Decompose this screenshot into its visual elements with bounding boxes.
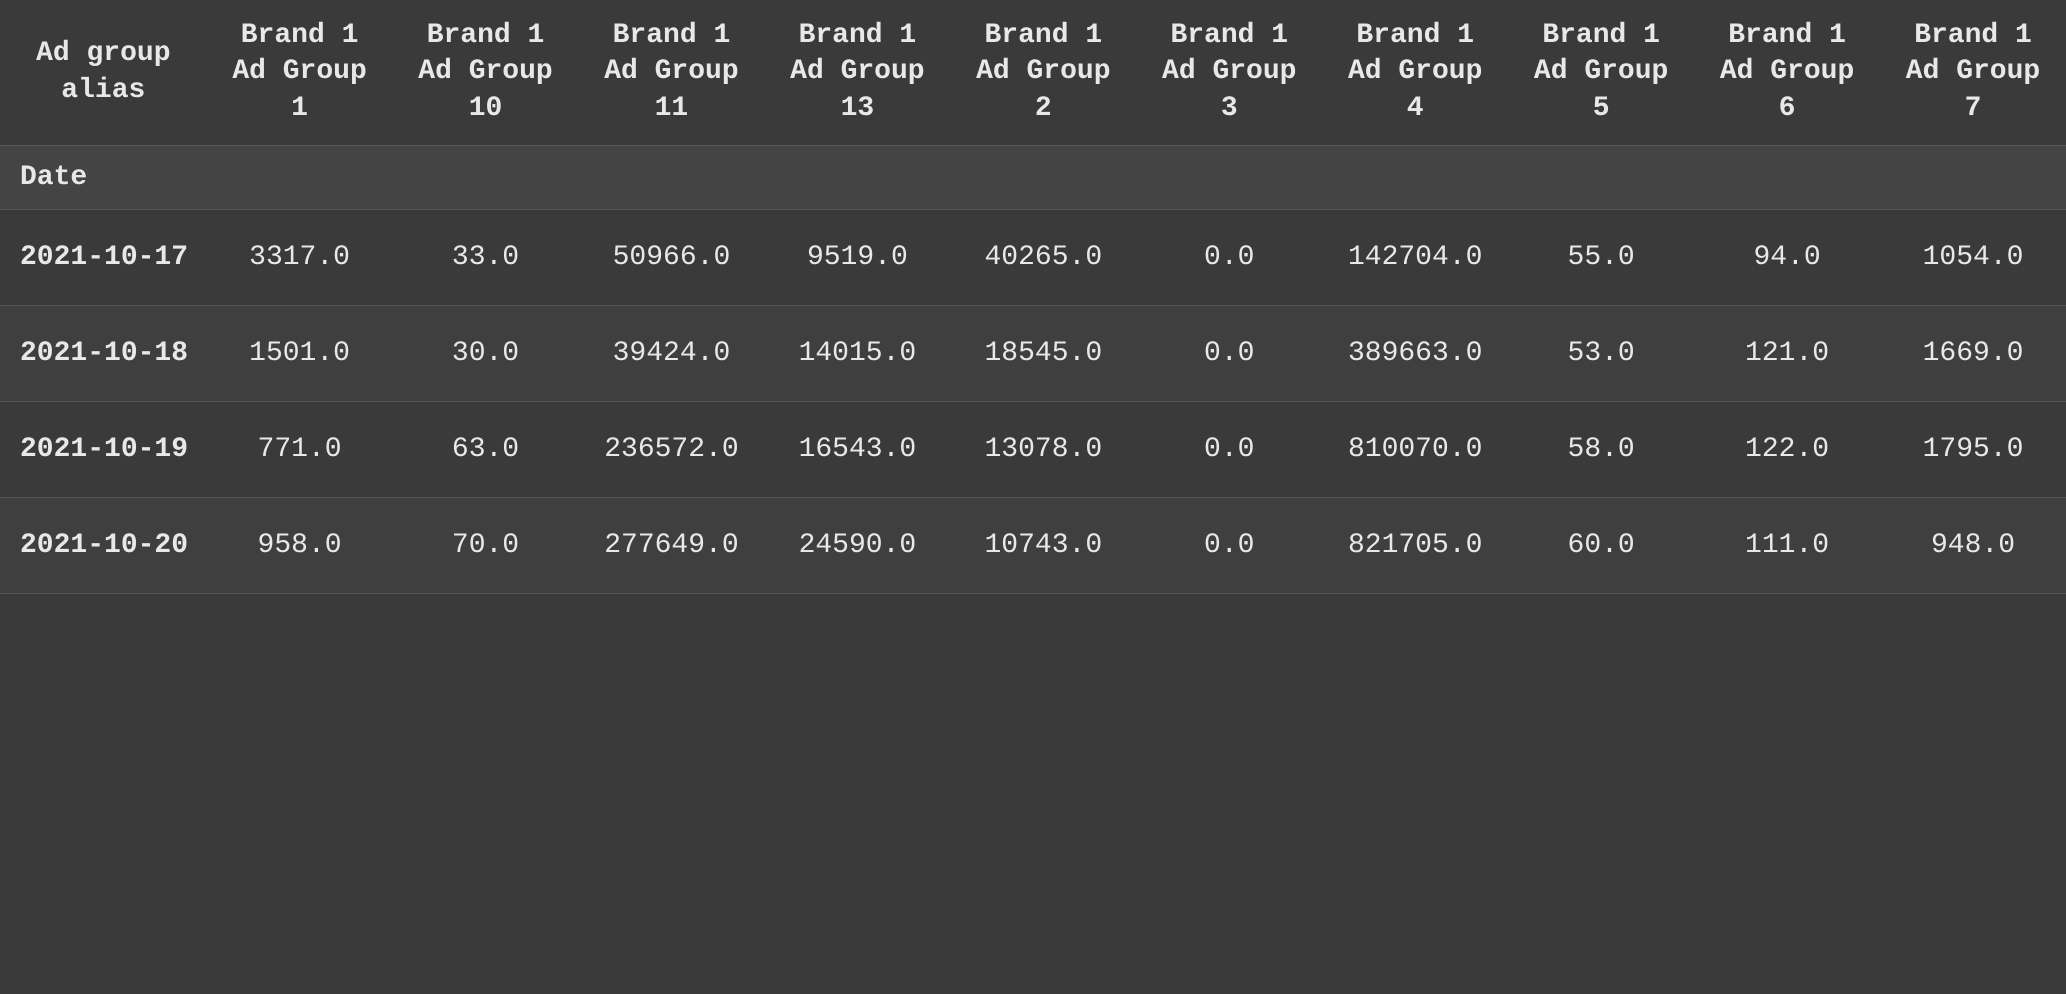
cell-value: 55.0 <box>1508 210 1694 306</box>
data-table: Ad group alias Brand 1 Ad Group 1 Brand … <box>0 0 2066 594</box>
cell-value: 810070.0 <box>1322 402 1508 498</box>
row-date: 2021-10-19 <box>0 402 207 498</box>
cell-value: 14015.0 <box>764 306 950 402</box>
header-row: Ad group alias Brand 1 Ad Group 1 Brand … <box>0 0 2066 146</box>
header-col8: Brand 1 Ad Group 5 <box>1508 0 1694 146</box>
cell-value: 1054.0 <box>1880 210 2066 306</box>
cell-value: 1669.0 <box>1880 306 2066 402</box>
cell-value: 3317.0 <box>207 210 393 306</box>
header-col3: Brand 1 Ad Group 11 <box>578 0 764 146</box>
cell-value: 277649.0 <box>578 498 764 594</box>
cell-value: 1501.0 <box>207 306 393 402</box>
table-row: 2021-10-18 1501.0 30.0 39424.0 14015.0 1… <box>0 306 2066 402</box>
row-date: 2021-10-18 <box>0 306 207 402</box>
cell-value: 30.0 <box>393 306 579 402</box>
header-col10: Brand 1 Ad Group 7 <box>1880 0 2066 146</box>
cell-value: 33.0 <box>393 210 579 306</box>
cell-value: 122.0 <box>1694 402 1880 498</box>
header-col9: Brand 1 Ad Group 6 <box>1694 0 1880 146</box>
cell-value: 948.0 <box>1880 498 2066 594</box>
cell-value: 24590.0 <box>764 498 950 594</box>
cell-value: 60.0 <box>1508 498 1694 594</box>
cell-value: 10743.0 <box>950 498 1136 594</box>
cell-value: 1795.0 <box>1880 402 2066 498</box>
header-col1: Brand 1 Ad Group 1 <box>207 0 393 146</box>
cell-value: 94.0 <box>1694 210 1880 306</box>
header-col7: Brand 1 Ad Group 4 <box>1322 0 1508 146</box>
header-col6: Brand 1 Ad Group 3 <box>1136 0 1322 146</box>
cell-value: 70.0 <box>393 498 579 594</box>
cell-value: 9519.0 <box>764 210 950 306</box>
table-row: 2021-10-19 771.0 63.0 236572.0 16543.0 1… <box>0 402 2066 498</box>
cell-value: 16543.0 <box>764 402 950 498</box>
cell-value: 50966.0 <box>578 210 764 306</box>
subheader-row: Date <box>0 146 2066 210</box>
cell-value: 13078.0 <box>950 402 1136 498</box>
header-alias: Ad group alias <box>0 0 207 146</box>
cell-value: 389663.0 <box>1322 306 1508 402</box>
cell-value: 771.0 <box>207 402 393 498</box>
table-container: Ad group alias Brand 1 Ad Group 1 Brand … <box>0 0 2066 594</box>
cell-value: 821705.0 <box>1322 498 1508 594</box>
row-date: 2021-10-17 <box>0 210 207 306</box>
cell-value: 142704.0 <box>1322 210 1508 306</box>
cell-value: 40265.0 <box>950 210 1136 306</box>
cell-value: 0.0 <box>1136 306 1322 402</box>
cell-value: 121.0 <box>1694 306 1880 402</box>
header-col4: Brand 1 Ad Group 13 <box>764 0 950 146</box>
cell-value: 63.0 <box>393 402 579 498</box>
cell-value: 58.0 <box>1508 402 1694 498</box>
table-row: 2021-10-20 958.0 70.0 277649.0 24590.0 1… <box>0 498 2066 594</box>
subheader-label: Date <box>0 146 2066 210</box>
cell-value: 0.0 <box>1136 210 1322 306</box>
cell-value: 236572.0 <box>578 402 764 498</box>
cell-value: 0.0 <box>1136 402 1322 498</box>
cell-value: 111.0 <box>1694 498 1880 594</box>
cell-value: 18545.0 <box>950 306 1136 402</box>
row-date: 2021-10-20 <box>0 498 207 594</box>
table-row: 2021-10-17 3317.0 33.0 50966.0 9519.0 40… <box>0 210 2066 306</box>
header-col5: Brand 1 Ad Group 2 <box>950 0 1136 146</box>
cell-value: 958.0 <box>207 498 393 594</box>
cell-value: 39424.0 <box>578 306 764 402</box>
cell-value: 53.0 <box>1508 306 1694 402</box>
cell-value: 0.0 <box>1136 498 1322 594</box>
header-col2: Brand 1 Ad Group 10 <box>393 0 579 146</box>
